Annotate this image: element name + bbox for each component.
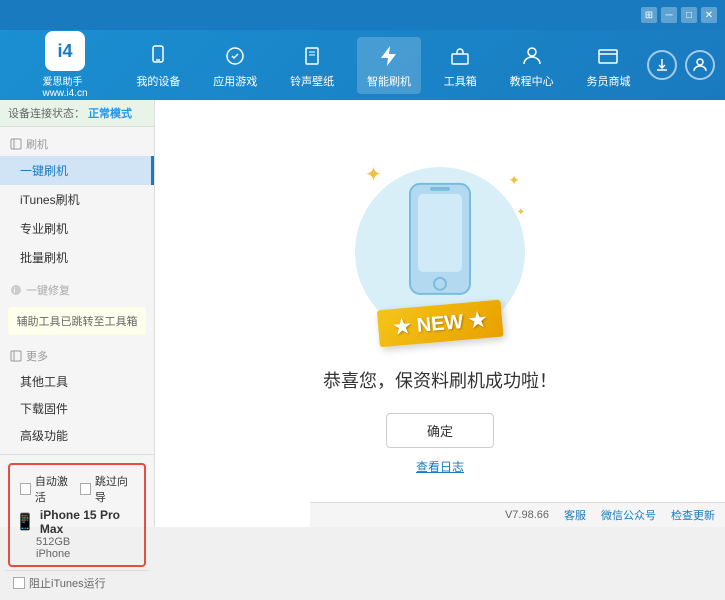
wechat-link[interactable]: 微信公众号 [601, 507, 656, 523]
nav-smart-flash[interactable]: 智能刷机 [357, 37, 421, 94]
main-nav: 我的设备 应用游戏 铃声壁纸 [120, 37, 647, 94]
check-update-link[interactable]: 检查更新 [671, 507, 715, 523]
stop-itunes[interactable]: 阻止iTunes运行 [5, 570, 149, 595]
confirm-button[interactable]: 确定 [386, 413, 494, 448]
more-group-label: 更多 [0, 344, 154, 368]
sidebar-item-itunes-flash[interactable]: iTunes刷机 [0, 185, 154, 214]
device-storage: 512GB [36, 536, 139, 548]
flash-group-label: 刷机 [0, 132, 154, 156]
svg-text:i: i [14, 286, 16, 295]
nav-apps-games-label: 应用游戏 [213, 73, 257, 89]
restore-icon[interactable]: □ [681, 7, 697, 23]
download-button[interactable] [647, 50, 677, 80]
device-name: iPhone 15 Pro Max [40, 508, 139, 536]
sidebar: 设备连接状态： 正常模式 刷机 一键刷机 iTunes刷机 专业刷机 批量刷机 … [0, 100, 155, 527]
flash-section: 刷机 一键刷机 iTunes刷机 专业刷机 批量刷机 [0, 127, 154, 277]
minimize-icon[interactable]: ─ [661, 7, 677, 23]
service-icon [594, 42, 622, 70]
nav-service[interactable]: 务员商城 [576, 37, 640, 94]
success-illustration: ★ NEW ★ ✦ ✦ ✦ [340, 152, 540, 352]
stop-itunes-checkbox[interactable] [13, 577, 25, 589]
device-icon [144, 42, 172, 70]
auto-activate-label: 自动激活 [35, 473, 74, 505]
phone-icon: 📱 [15, 512, 35, 532]
nav-ringtones-label: 铃声壁纸 [290, 73, 334, 89]
guided-setup-group: 跳过向导 [80, 473, 134, 505]
sidebar-item-pro-flash[interactable]: 专业刷机 [0, 214, 154, 243]
nav-toolbox[interactable]: 工具箱 [434, 37, 487, 94]
logo-text: 爱思助手 www.i4.cn [42, 73, 87, 99]
auto-activate-group: 自动激活 [20, 473, 74, 505]
sidebar-item-one-click-flash[interactable]: 一键刷机 [0, 156, 154, 185]
sparkle-right: ✦ [508, 172, 520, 189]
window-chrome: ⊞ ─ □ ✕ [0, 0, 725, 30]
header: i4 爱思助手 www.i4.cn 我的设备 应用游戏 [0, 30, 725, 100]
logo-icon: i4 [45, 31, 85, 71]
guided-setup-label: 跳过向导 [95, 473, 134, 505]
close-icon[interactable]: ✕ [701, 7, 717, 23]
toolbox-icon [446, 42, 474, 70]
tutorial-icon [518, 42, 546, 70]
status-bar: 设备连接状态： 正常模式 [0, 100, 154, 127]
sidebar-item-advanced[interactable]: 高级功能 [0, 422, 154, 449]
sidebar-item-batch-flash[interactable]: 批量刷机 [0, 243, 154, 272]
flash-icon [375, 42, 403, 70]
grid-icon[interactable]: ⊞ [641, 7, 657, 23]
success-text: 恭喜您，保资料刷机成功啦！ [323, 367, 557, 393]
sparkle-small: ✦ [517, 207, 525, 218]
nav-my-device[interactable]: 我的设备 [126, 37, 190, 94]
nav-ringtones[interactable]: 铃声壁纸 [280, 37, 344, 94]
checkbox-row: 自动激活 跳过向导 [15, 470, 139, 508]
sidebar-item-download-firmware[interactable]: 下载固件 [0, 395, 154, 422]
apps-icon [221, 42, 249, 70]
nav-my-device-label: 我的设备 [136, 73, 180, 89]
status-label: 设备连接状态： [8, 108, 85, 120]
nav-tutorial[interactable]: 教程中心 [500, 37, 564, 94]
content-area: ★ NEW ★ ✦ ✦ ✦ 恭喜您，保资料刷机成功啦！ 确定 查看日志 V7.9… [155, 100, 725, 527]
footer: V7.98.66 客服 微信公众号 检查更新 [310, 502, 725, 527]
main: 设备连接状态： 正常模式 刷机 一键刷机 iTunes刷机 专业刷机 批量刷机 … [0, 100, 725, 527]
sparkle-left: ✦ [365, 162, 382, 187]
logo: i4 爱思助手 www.i4.cn [10, 31, 120, 99]
more-section: 更多 其他工具 下载固件 高级功能 [0, 339, 154, 454]
ringtone-icon [298, 42, 326, 70]
auto-activate-checkbox[interactable] [20, 483, 31, 495]
device-item[interactable]: 📱 iPhone 15 Pro Max [15, 508, 139, 536]
nav-toolbox-label: 工具箱 [444, 73, 477, 89]
version-label: V7.98.66 [505, 509, 549, 521]
nav-tutorial-label: 教程中心 [510, 73, 554, 89]
header-right [647, 50, 715, 80]
nav-service-label: 务员商城 [586, 73, 630, 89]
nav-smart-flash-label: 智能刷机 [367, 73, 411, 89]
nav-apps-games[interactable]: 应用游戏 [203, 37, 267, 94]
view-log-link[interactable]: 查看日志 [416, 458, 464, 475]
guided-setup-checkbox[interactable] [80, 483, 91, 495]
user-button[interactable] [685, 50, 715, 80]
phone-illustration [400, 179, 480, 312]
one-click-restore-disabled: i 一键修复 [0, 277, 154, 303]
device-highlight: 自动激活 跳过向导 📱 iPhone 15 Pro Max 512GB iPho… [8, 463, 146, 567]
sidebar-warning: 辅助工具已跳转至工具箱 [8, 307, 146, 335]
sidebar-bottom: 自动激活 跳过向导 📱 iPhone 15 Pro Max 512GB iPho… [0, 454, 154, 600]
feedback-link[interactable]: 客服 [564, 507, 586, 523]
device-type: iPhone [36, 548, 139, 560]
sidebar-item-other-tools[interactable]: 其他工具 [0, 368, 154, 395]
status-value: 正常模式 [88, 108, 132, 120]
